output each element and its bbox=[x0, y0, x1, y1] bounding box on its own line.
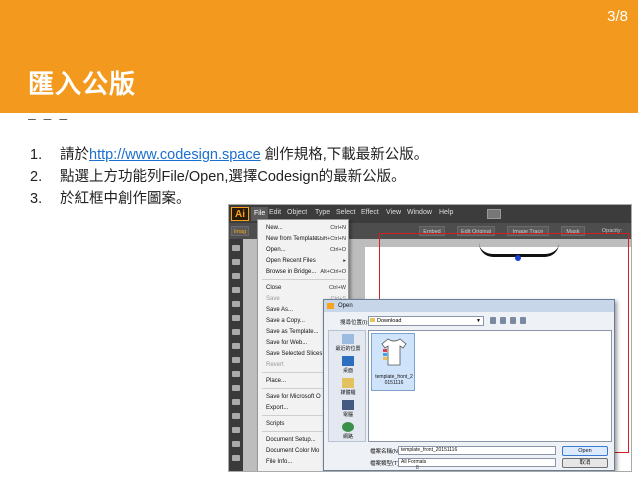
folder-icon bbox=[370, 318, 375, 322]
step-number: 1. bbox=[30, 147, 43, 163]
illustrator-icon bbox=[327, 303, 334, 309]
new-folder-icon[interactable] bbox=[510, 317, 516, 324]
dialog-title-bar: Open bbox=[324, 300, 614, 312]
list-item: 2. 點選上方功能列File/Open,選擇Codesign的最新公版。 bbox=[30, 166, 630, 188]
up-folder-icon[interactable] bbox=[500, 317, 506, 324]
filename-label: 檔案名稱(N): bbox=[370, 449, 402, 455]
menu-item-browse-in-bridge[interactable]: Browse in Bridge... Alt+Ctrl+O bbox=[266, 267, 348, 277]
chevron-down-icon: ▼ bbox=[476, 318, 481, 324]
filetype-dropdown[interactable]: All Formats bbox=[398, 458, 556, 467]
lasso-tool-icon[interactable] bbox=[232, 287, 240, 293]
menu-edit[interactable]: Edit bbox=[269, 209, 281, 216]
submenu-arrow-icon: ▸ bbox=[343, 258, 346, 264]
open-button[interactable]: Open bbox=[562, 446, 608, 456]
rectangle-tool-icon[interactable] bbox=[232, 343, 240, 349]
place-libraries[interactable]: 媒體櫃 bbox=[329, 378, 367, 396]
illustrator-screenshot: Ai File Edit Object Type Select Effect V… bbox=[228, 204, 632, 472]
filetype-label: 檔案類型(T): bbox=[370, 461, 401, 467]
places-bar: 最近的位置 桌面 媒體櫃 電腦 網路 bbox=[328, 330, 366, 442]
paintbrush-tool-icon[interactable] bbox=[232, 357, 240, 363]
back-icon[interactable] bbox=[490, 317, 496, 324]
warp-tool-icon[interactable] bbox=[232, 427, 240, 433]
image-label: Imag bbox=[231, 226, 249, 236]
menu-separator bbox=[262, 279, 346, 280]
title-divider: – – – bbox=[28, 110, 70, 126]
file-list-area: template_front_2 0151116 bbox=[368, 330, 612, 442]
menu-window[interactable]: Window bbox=[407, 209, 432, 216]
menu-view[interactable]: View bbox=[386, 209, 401, 216]
pencil-tool-icon[interactable] bbox=[232, 371, 240, 377]
eraser-tool-icon[interactable] bbox=[232, 385, 240, 391]
menu-item-open[interactable]: Open... Ctrl+O bbox=[266, 245, 348, 255]
codesign-link[interactable]: http://www.codesign.space bbox=[89, 147, 261, 163]
place-desktop[interactable]: 桌面 bbox=[329, 356, 367, 374]
tshirt-icon bbox=[381, 338, 407, 366]
place-network[interactable]: 網路 bbox=[329, 422, 367, 440]
menu-item-new-from-template[interactable]: New from Template... Shift+Ctrl+N bbox=[266, 234, 348, 244]
scale-tool-icon[interactable] bbox=[232, 413, 240, 419]
file-item-template[interactable]: template_front_2 0151116 bbox=[371, 333, 415, 391]
step-text: 點選上方功能列File/Open,選擇Codesign的最新公版。 bbox=[60, 169, 406, 185]
line-tool-icon[interactable] bbox=[232, 329, 240, 335]
place-recent[interactable]: 最近的位置 bbox=[329, 334, 367, 352]
selection-tool-icon[interactable] bbox=[232, 245, 240, 251]
type-tool-icon[interactable] bbox=[232, 315, 240, 321]
tools-panel bbox=[229, 239, 243, 471]
menu-object[interactable]: Object bbox=[287, 209, 307, 216]
anchor-point bbox=[515, 255, 521, 261]
menu-help[interactable]: Help bbox=[439, 209, 453, 216]
open-file-dialog: Open 搜尋位置(I): Download ▼ 最近的位置 桌面 媒體櫃 電腦… bbox=[323, 299, 615, 471]
menu-item-new[interactable]: New... Ctrl+N bbox=[266, 223, 348, 233]
place-computer[interactable]: 電腦 bbox=[329, 400, 367, 418]
filename-input[interactable]: template_front_20151116 bbox=[398, 446, 556, 455]
pen-tool-icon[interactable] bbox=[232, 301, 240, 307]
file-name: template_front_2 0151116 bbox=[375, 374, 413, 386]
symbol-sprayer-tool-icon[interactable] bbox=[232, 455, 240, 461]
bottom-mark: 8 bbox=[416, 465, 419, 471]
slide-header: 3/8 匯入公版 bbox=[0, 0, 638, 113]
page-indicator: 3/8 bbox=[607, 8, 628, 25]
workspace-icon[interactable] bbox=[487, 209, 501, 219]
menu-item-open-recent[interactable]: Open Recent Files ▸ bbox=[266, 256, 348, 266]
magic-wand-tool-icon[interactable] bbox=[232, 273, 240, 279]
step-text: 於紅框中創作圖案。 bbox=[60, 191, 191, 207]
cancel-button[interactable]: 取消 bbox=[562, 458, 608, 468]
step-number: 3. bbox=[30, 191, 43, 207]
look-in-dropdown[interactable]: Download ▼ bbox=[368, 316, 484, 326]
dialog-title: Open bbox=[338, 303, 353, 309]
look-in-label: 搜尋位置(I): bbox=[340, 320, 369, 326]
menu-type[interactable]: Type bbox=[315, 209, 330, 216]
menu-effect[interactable]: Effect bbox=[361, 209, 379, 216]
rotate-tool-icon[interactable] bbox=[232, 399, 240, 405]
slide-title: 匯入公版 bbox=[28, 69, 137, 99]
step-text: 創作規格,下載最新公版。 bbox=[260, 147, 429, 163]
menu-item-close[interactable]: Close Ctrl+W bbox=[266, 283, 348, 293]
instruction-list: 1. 請於http://www.codesign.space 創作規格,下載最新公… bbox=[30, 144, 630, 210]
menu-select[interactable]: Select bbox=[336, 209, 355, 216]
free-transform-tool-icon[interactable] bbox=[232, 441, 240, 447]
step-text: 請於 bbox=[60, 147, 89, 163]
view-menu-icon[interactable] bbox=[520, 317, 526, 324]
illustrator-logo: Ai bbox=[231, 207, 249, 221]
direct-selection-tool-icon[interactable] bbox=[232, 259, 240, 265]
list-item: 1. 請於http://www.codesign.space 創作規格,下載最新公… bbox=[30, 144, 630, 166]
step-number: 2. bbox=[30, 169, 43, 185]
